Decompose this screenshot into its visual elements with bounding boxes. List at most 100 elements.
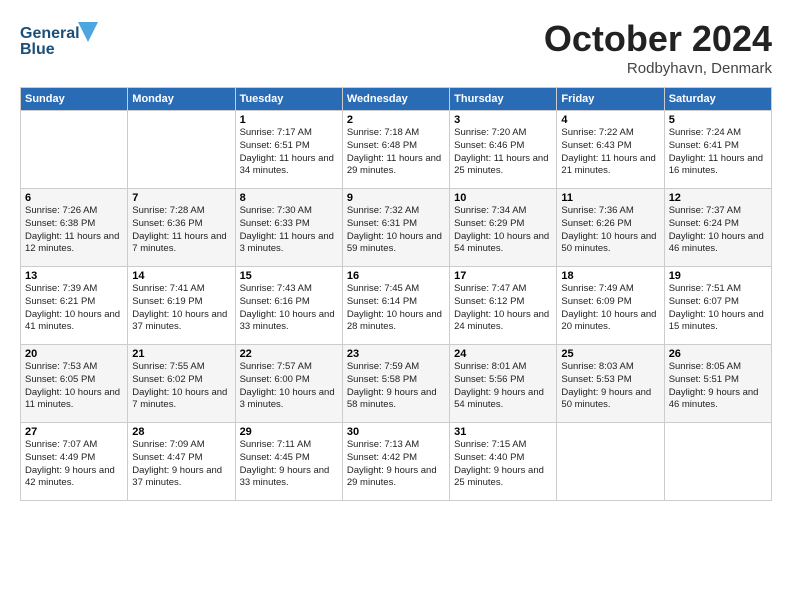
calendar-cell: 19 Sunrise: 7:51 AMSunset: 6:07 PMDaylig…	[664, 267, 771, 345]
day-info: Sunrise: 7:28 AMSunset: 6:36 PMDaylight:…	[132, 205, 226, 254]
calendar-table: SundayMondayTuesdayWednesdayThursdayFrid…	[20, 87, 772, 501]
day-number: 4	[561, 114, 659, 126]
svg-text:General: General	[20, 25, 80, 42]
calendar-cell: 14 Sunrise: 7:41 AMSunset: 6:19 PMDaylig…	[128, 267, 235, 345]
logo: General Blue	[20, 18, 110, 62]
calendar-cell: 30 Sunrise: 7:13 AMSunset: 4:42 PMDaylig…	[342, 423, 449, 501]
month-title: October 2024	[544, 18, 772, 60]
day-info: Sunrise: 7:41 AMSunset: 6:19 PMDaylight:…	[132, 283, 227, 332]
calendar-day-header: Tuesday	[235, 88, 342, 111]
calendar-day-header: Saturday	[664, 88, 771, 111]
calendar-cell: 7 Sunrise: 7:28 AMSunset: 6:36 PMDayligh…	[128, 189, 235, 267]
day-number: 7	[132, 192, 230, 204]
calendar-cell: 5 Sunrise: 7:24 AMSunset: 6:41 PMDayligh…	[664, 111, 771, 189]
day-number: 11	[561, 192, 659, 204]
day-info: Sunrise: 7:53 AMSunset: 6:05 PMDaylight:…	[25, 361, 120, 410]
calendar-cell: 24 Sunrise: 8:01 AMSunset: 5:56 PMDaylig…	[450, 345, 557, 423]
day-info: Sunrise: 7:07 AMSunset: 4:49 PMDaylight:…	[25, 439, 115, 488]
calendar-cell	[21, 111, 128, 189]
day-number: 17	[454, 270, 552, 282]
day-info: Sunrise: 7:47 AMSunset: 6:12 PMDaylight:…	[454, 283, 549, 332]
calendar-week-row: 6 Sunrise: 7:26 AMSunset: 6:38 PMDayligh…	[21, 189, 772, 267]
day-number: 12	[669, 192, 767, 204]
day-number: 14	[132, 270, 230, 282]
day-info: Sunrise: 8:05 AMSunset: 5:51 PMDaylight:…	[669, 361, 759, 410]
calendar-week-row: 27 Sunrise: 7:07 AMSunset: 4:49 PMDaylig…	[21, 423, 772, 501]
calendar-cell: 11 Sunrise: 7:36 AMSunset: 6:26 PMDaylig…	[557, 189, 664, 267]
day-info: Sunrise: 7:26 AMSunset: 6:38 PMDaylight:…	[25, 205, 119, 254]
calendar-cell: 17 Sunrise: 7:47 AMSunset: 6:12 PMDaylig…	[450, 267, 557, 345]
day-info: Sunrise: 7:22 AMSunset: 6:43 PMDaylight:…	[561, 127, 655, 176]
day-info: Sunrise: 7:24 AMSunset: 6:41 PMDaylight:…	[669, 127, 763, 176]
calendar-cell: 4 Sunrise: 7:22 AMSunset: 6:43 PMDayligh…	[557, 111, 664, 189]
day-number: 1	[240, 114, 338, 126]
calendar-day-header: Monday	[128, 88, 235, 111]
day-info: Sunrise: 7:30 AMSunset: 6:33 PMDaylight:…	[240, 205, 334, 254]
calendar-cell: 16 Sunrise: 7:45 AMSunset: 6:14 PMDaylig…	[342, 267, 449, 345]
day-info: Sunrise: 7:37 AMSunset: 6:24 PMDaylight:…	[669, 205, 764, 254]
calendar-cell: 8 Sunrise: 7:30 AMSunset: 6:33 PMDayligh…	[235, 189, 342, 267]
day-number: 6	[25, 192, 123, 204]
day-number: 3	[454, 114, 552, 126]
calendar-cell: 15 Sunrise: 7:43 AMSunset: 6:16 PMDaylig…	[235, 267, 342, 345]
day-info: Sunrise: 7:36 AMSunset: 6:26 PMDaylight:…	[561, 205, 656, 254]
calendar-week-row: 20 Sunrise: 7:53 AMSunset: 6:05 PMDaylig…	[21, 345, 772, 423]
day-number: 18	[561, 270, 659, 282]
calendar-day-header: Sunday	[21, 88, 128, 111]
calendar-cell: 2 Sunrise: 7:18 AMSunset: 6:48 PMDayligh…	[342, 111, 449, 189]
day-info: Sunrise: 7:18 AMSunset: 6:48 PMDaylight:…	[347, 127, 441, 176]
calendar-day-header: Thursday	[450, 88, 557, 111]
day-info: Sunrise: 7:32 AMSunset: 6:31 PMDaylight:…	[347, 205, 442, 254]
calendar-cell: 26 Sunrise: 8:05 AMSunset: 5:51 PMDaylig…	[664, 345, 771, 423]
page-header: General Blue October 2024 Rodbyhavn, Den…	[20, 18, 772, 77]
calendar-cell: 22 Sunrise: 7:57 AMSunset: 6:00 PMDaylig…	[235, 345, 342, 423]
calendar-cell: 23 Sunrise: 7:59 AMSunset: 5:58 PMDaylig…	[342, 345, 449, 423]
calendar-week-row: 1 Sunrise: 7:17 AMSunset: 6:51 PMDayligh…	[21, 111, 772, 189]
day-number: 16	[347, 270, 445, 282]
calendar-cell	[128, 111, 235, 189]
day-info: Sunrise: 7:59 AMSunset: 5:58 PMDaylight:…	[347, 361, 437, 410]
calendar-cell: 21 Sunrise: 7:55 AMSunset: 6:02 PMDaylig…	[128, 345, 235, 423]
day-info: Sunrise: 7:51 AMSunset: 6:07 PMDaylight:…	[669, 283, 764, 332]
day-number: 5	[669, 114, 767, 126]
day-number: 24	[454, 348, 552, 360]
day-number: 31	[454, 426, 552, 438]
day-number: 8	[240, 192, 338, 204]
day-number: 25	[561, 348, 659, 360]
calendar-cell: 12 Sunrise: 7:37 AMSunset: 6:24 PMDaylig…	[664, 189, 771, 267]
calendar-cell: 10 Sunrise: 7:34 AMSunset: 6:29 PMDaylig…	[450, 189, 557, 267]
day-number: 21	[132, 348, 230, 360]
calendar-cell: 25 Sunrise: 8:03 AMSunset: 5:53 PMDaylig…	[557, 345, 664, 423]
calendar-cell: 1 Sunrise: 7:17 AMSunset: 6:51 PMDayligh…	[235, 111, 342, 189]
day-number: 9	[347, 192, 445, 204]
day-info: Sunrise: 7:57 AMSunset: 6:00 PMDaylight:…	[240, 361, 335, 410]
day-info: Sunrise: 7:49 AMSunset: 6:09 PMDaylight:…	[561, 283, 656, 332]
day-number: 2	[347, 114, 445, 126]
day-info: Sunrise: 7:17 AMSunset: 6:51 PMDaylight:…	[240, 127, 334, 176]
calendar-cell	[664, 423, 771, 501]
calendar-cell: 20 Sunrise: 7:53 AMSunset: 6:05 PMDaylig…	[21, 345, 128, 423]
day-info: Sunrise: 7:45 AMSunset: 6:14 PMDaylight:…	[347, 283, 442, 332]
day-number: 27	[25, 426, 123, 438]
day-info: Sunrise: 7:34 AMSunset: 6:29 PMDaylight:…	[454, 205, 549, 254]
day-info: Sunrise: 7:39 AMSunset: 6:21 PMDaylight:…	[25, 283, 120, 332]
location: Rodbyhavn, Denmark	[544, 60, 772, 77]
day-number: 19	[669, 270, 767, 282]
day-info: Sunrise: 8:03 AMSunset: 5:53 PMDaylight:…	[561, 361, 651, 410]
day-number: 29	[240, 426, 338, 438]
logo-svg: General Blue	[20, 18, 110, 62]
calendar-cell: 29 Sunrise: 7:11 AMSunset: 4:45 PMDaylig…	[235, 423, 342, 501]
day-number: 23	[347, 348, 445, 360]
day-number: 15	[240, 270, 338, 282]
calendar-cell: 13 Sunrise: 7:39 AMSunset: 6:21 PMDaylig…	[21, 267, 128, 345]
day-info: Sunrise: 7:13 AMSunset: 4:42 PMDaylight:…	[347, 439, 437, 488]
day-number: 22	[240, 348, 338, 360]
calendar-cell: 6 Sunrise: 7:26 AMSunset: 6:38 PMDayligh…	[21, 189, 128, 267]
day-info: Sunrise: 7:43 AMSunset: 6:16 PMDaylight:…	[240, 283, 335, 332]
day-number: 13	[25, 270, 123, 282]
calendar-cell: 27 Sunrise: 7:07 AMSunset: 4:49 PMDaylig…	[21, 423, 128, 501]
day-number: 26	[669, 348, 767, 360]
day-number: 10	[454, 192, 552, 204]
day-info: Sunrise: 8:01 AMSunset: 5:56 PMDaylight:…	[454, 361, 544, 410]
day-info: Sunrise: 7:20 AMSunset: 6:46 PMDaylight:…	[454, 127, 548, 176]
